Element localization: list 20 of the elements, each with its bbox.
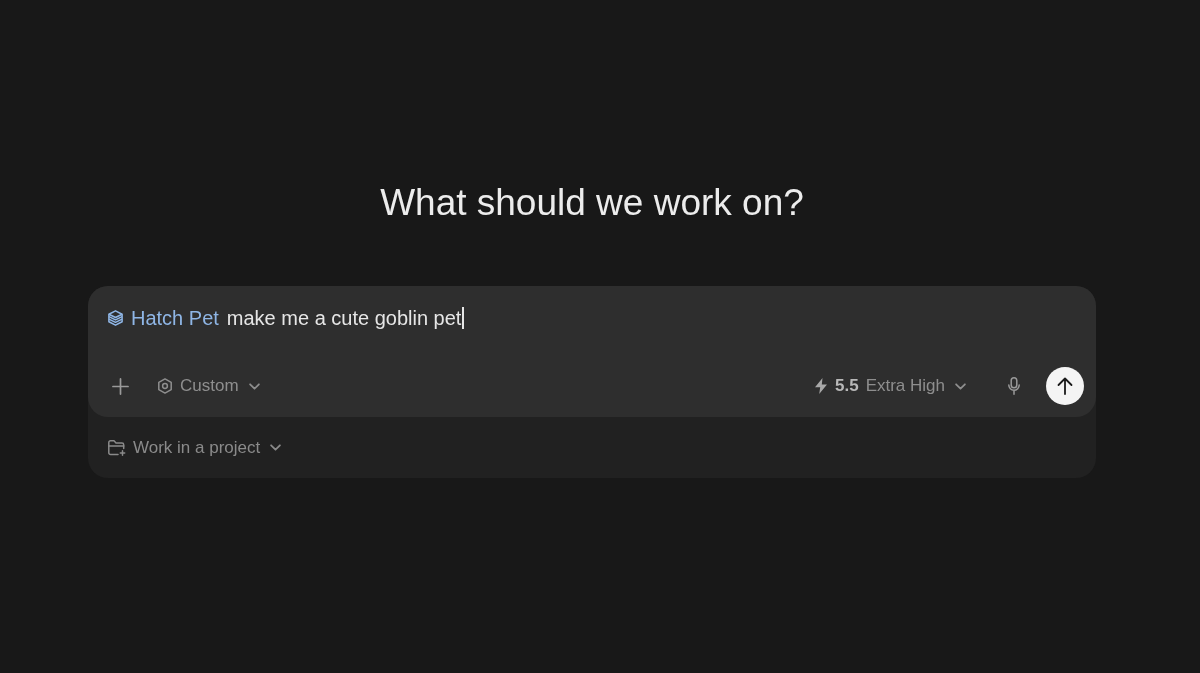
- skill-chip[interactable]: Hatch Pet: [108, 305, 219, 331]
- prompt-input[interactable]: make me a cute goblin pet: [226, 305, 1084, 331]
- mode-dropdown[interactable]: Custom: [151, 371, 266, 401]
- chevron-down-icon: [248, 382, 260, 390]
- project-dropdown[interactable]: Work in a project: [102, 432, 288, 463]
- page-heading: What should we work on?: [380, 181, 804, 225]
- send-button[interactable]: [1046, 367, 1084, 405]
- gear-icon: [157, 378, 173, 394]
- plus-icon: [112, 377, 129, 395]
- arrow-up-icon: [1057, 377, 1073, 395]
- chevron-down-icon: [955, 382, 966, 390]
- microphone-icon: [1008, 377, 1020, 395]
- effort-label: Extra High: [865, 375, 945, 397]
- stacked-layers-icon: [108, 310, 123, 326]
- chevron-down-icon: [270, 444, 282, 451]
- model-dropdown[interactable]: 5.5 Extra High: [808, 371, 972, 401]
- folder-plus-icon: [108, 439, 126, 456]
- text-cursor-icon: [462, 307, 464, 329]
- lightning-bolt-icon: [814, 378, 828, 394]
- model-version: 5.5: [835, 375, 859, 397]
